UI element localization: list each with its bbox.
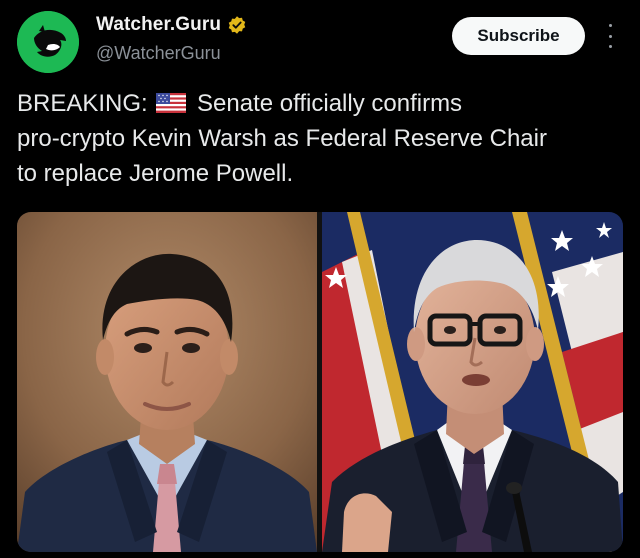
display-name[interactable]: Watcher.Guru bbox=[96, 14, 221, 36]
us-flag-emoji bbox=[156, 93, 187, 113]
watcher-guru-logo-icon bbox=[17, 11, 79, 73]
portrait-left[interactable] bbox=[17, 212, 317, 552]
more-dot bbox=[608, 34, 612, 38]
more-dot bbox=[608, 24, 612, 27]
post-text-line1: Senate officially confirms bbox=[197, 90, 463, 117]
post-header: Watcher.Guru @WatcherGuru Subscribe bbox=[0, 0, 640, 80]
post-text-line3: to replace Jerome Powell. bbox=[17, 160, 294, 187]
post-media[interactable] bbox=[17, 212, 623, 552]
avatar[interactable] bbox=[17, 11, 79, 73]
portrait-right[interactable] bbox=[322, 212, 623, 552]
name-row: Watcher.Guru bbox=[96, 14, 247, 36]
more-dot bbox=[608, 45, 612, 48]
post-text-line2: pro-crypto Kevin Warsh as Federal Reserv… bbox=[17, 125, 547, 152]
post-text-prefix: BREAKING: bbox=[17, 90, 148, 117]
post-text: BREAKING: Senate officially confirms pro… bbox=[17, 86, 627, 191]
subscribe-button[interactable]: Subscribe bbox=[452, 17, 585, 55]
verified-badge-icon bbox=[228, 16, 246, 34]
account-handle[interactable]: @WatcherGuru bbox=[96, 43, 221, 64]
more-vertical-icon[interactable] bbox=[603, 22, 617, 50]
